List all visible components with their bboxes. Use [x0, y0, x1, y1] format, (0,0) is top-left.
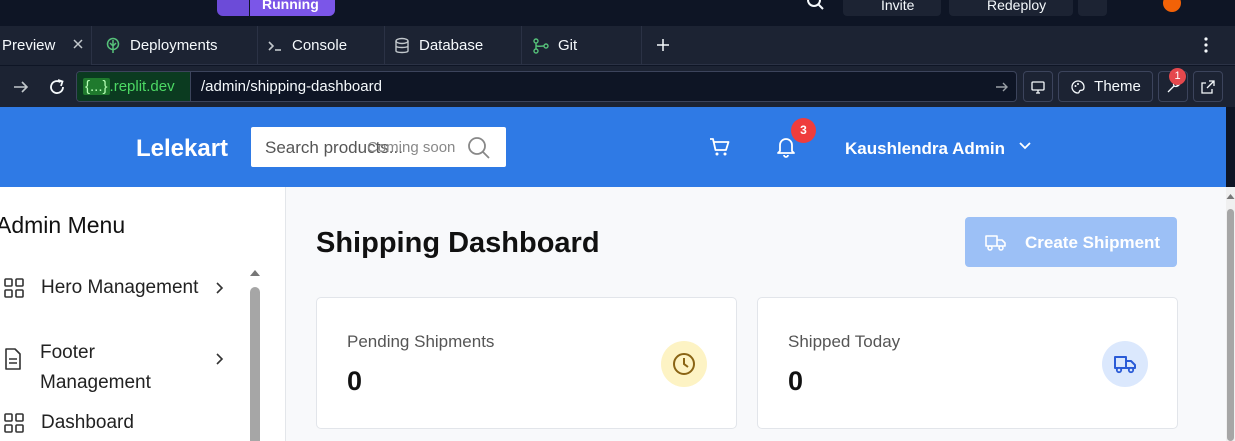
page-title: Shipping Dashboard — [316, 227, 600, 259]
tab-label: Preview — [2, 37, 56, 54]
tab-label: Git — [558, 37, 578, 54]
grid-icon — [3, 412, 25, 434]
devtools-badge: 1 — [1169, 68, 1186, 85]
deployments-icon — [104, 37, 122, 55]
url-path: /admin/shipping-dashboard — [201, 78, 382, 95]
admin-sidebar: Admin Menu Hero Management Footer Manage… — [0, 187, 286, 441]
clock-icon — [661, 341, 707, 387]
pending-shipments-card: Pending Shipments 0 — [316, 297, 737, 429]
grid-icon — [3, 277, 25, 299]
brand-logo[interactable]: Lelekart — [136, 135, 228, 163]
truck-icon — [985, 233, 1007, 251]
preview-url-bar: {...} .replit.dev /admin/shipping-dashboa… — [0, 66, 1235, 107]
user-menu[interactable]: Kaushlendra Admin — [845, 139, 1005, 159]
chevron-down-icon[interactable] — [1018, 141, 1032, 151]
add-tab-icon[interactable] — [655, 37, 671, 53]
create-shipment-button[interactable]: Create Shipment — [965, 217, 1177, 267]
terminal-icon — [266, 37, 284, 55]
create-shipment-label: Create Shipment — [1025, 233, 1161, 252]
scroll-up-icon[interactable] — [1226, 193, 1235, 200]
avatar[interactable] — [1163, 0, 1181, 12]
tab-database[interactable]: Database — [385, 26, 522, 65]
theme-button[interactable]: Theme — [1058, 71, 1153, 102]
card-label: Pending Shipments — [347, 332, 495, 351]
main-content: Shipping Dashboard Create Shipment Pendi… — [286, 187, 1226, 441]
url-field[interactable]: {...} .replit.dev /admin/shipping-dashboa… — [76, 71, 1017, 102]
tab-label: Database — [419, 37, 484, 54]
run-button[interactable]: Running — [250, 0, 335, 16]
search-icon[interactable] — [467, 136, 491, 160]
scroll-thumb[interactable] — [1227, 209, 1234, 441]
shipped-today-card: Shipped Today 0 — [757, 297, 1178, 429]
tab-label: Console — [292, 37, 348, 54]
database-icon — [393, 37, 411, 55]
sidebar-item-label: Dashboard — [41, 412, 134, 433]
scroll-up-icon[interactable] — [249, 269, 261, 277]
app-navbar: Lelekart Search products... Coming soon … — [0, 107, 1226, 187]
card-label: Shipped Today — [788, 332, 901, 351]
cart-icon[interactable] — [709, 137, 731, 157]
git-icon — [532, 37, 550, 55]
tab-deployments[interactable]: Deployments — [92, 26, 258, 65]
search-input[interactable]: Search products... Coming soon — [251, 127, 506, 167]
tab-preview[interactable]: Preview — [0, 26, 92, 65]
card-value: 0 — [788, 366, 804, 396]
sidebar-item-label: Hero Management — [41, 277, 199, 298]
monitor-icon — [1030, 79, 1046, 95]
page-scrollbar[interactable] — [1226, 187, 1235, 441]
sidebar-item-dashboard[interactable]: Dashboard — [0, 410, 240, 440]
tab-console[interactable]: Console — [258, 26, 385, 65]
document-icon — [3, 347, 23, 371]
sidebar-item-hero-management[interactable]: Hero Management — [0, 275, 240, 305]
redeploy-button[interactable]: Redeploy — [949, 0, 1073, 16]
tab-label: Deployments — [130, 37, 218, 54]
sidebar-scrollbar[interactable] — [250, 287, 260, 441]
search-icon[interactable] — [806, 0, 826, 12]
sidebar-item-footer-management[interactable]: Footer Management — [0, 330, 240, 393]
run-icon[interactable] — [217, 0, 249, 16]
reload-icon[interactable] — [47, 77, 67, 97]
palette-icon — [1070, 79, 1086, 95]
notification-badge: 3 — [791, 118, 816, 143]
devices-button[interactable] — [1023, 71, 1053, 102]
open-new-tab-button[interactable] — [1193, 71, 1223, 102]
theme-label: Theme — [1094, 78, 1141, 95]
chevron-right-icon — [215, 352, 225, 366]
bell-icon[interactable] — [776, 136, 796, 158]
preview-viewport: Lelekart Search products... Coming soon … — [0, 107, 1226, 441]
external-link-icon — [1200, 79, 1216, 95]
workspace-header: Running Invite Redeploy — [0, 0, 1235, 26]
forward-icon[interactable] — [12, 78, 30, 96]
tab-git[interactable]: Git — [522, 26, 642, 65]
sidebar-item-label: Footer Management — [40, 342, 151, 393]
more-options-icon[interactable] — [1199, 37, 1213, 53]
card-value: 0 — [347, 366, 363, 396]
url-domain: {...} .replit.dev — [77, 72, 191, 101]
chevron-right-icon — [215, 281, 225, 295]
truck-icon — [1102, 341, 1148, 387]
invite-button[interactable]: Invite — [843, 0, 941, 16]
go-arrow-icon[interactable] — [995, 80, 1009, 94]
workspace-tabs: Preview Deployments Console Database Git — [0, 26, 1235, 65]
coming-soon-label: Coming soon — [367, 139, 456, 156]
close-icon[interactable] — [72, 38, 84, 50]
sidebar-title: Admin Menu — [0, 212, 126, 238]
lock-button[interactable] — [1078, 0, 1107, 16]
